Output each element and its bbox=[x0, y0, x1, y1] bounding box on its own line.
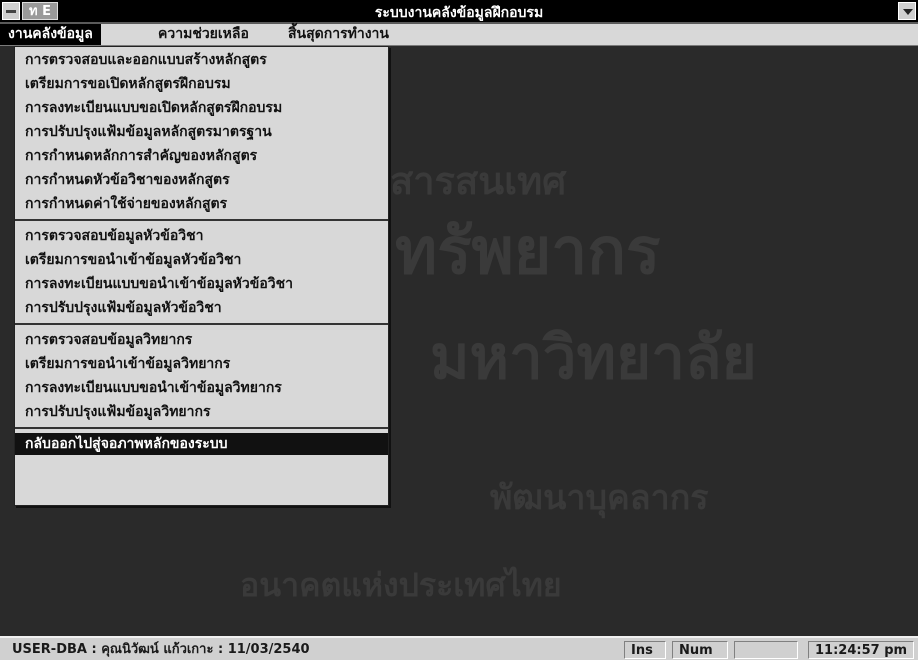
status-blank bbox=[734, 641, 798, 659]
status-bar: USER-DBA : คุณนิวัฒน์ แก้วเกาะ : 11/03/2… bbox=[0, 636, 918, 660]
dropdown-menu: การตรวจสอบและออกแบบสร้างหลักสูตร เตรียมก… bbox=[14, 46, 389, 506]
watermark-line-3: มหาวิทยาลัย bbox=[430, 323, 757, 393]
menu-item-return-main[interactable]: กลับออกไปสู่จอภาพหลักของระบบ bbox=[15, 433, 388, 455]
menu-separator bbox=[15, 427, 388, 429]
menu-item[interactable]: การตรวจสอบและออกแบบสร้างหลักสูตร bbox=[15, 49, 388, 71]
menu-item[interactable]: การปรับปรุงแฟ้มข้อมูลหลักสูตรมาตรฐาน bbox=[15, 121, 388, 143]
menu-data-warehouse[interactable]: งานคลังข้อมูล bbox=[0, 24, 101, 45]
menu-item[interactable]: การตรวจสอบข้อมูลหัวข้อวิชา bbox=[15, 225, 388, 247]
menu-item[interactable]: การกำหนดหลักการสำคัญของหลักสูตร bbox=[15, 145, 388, 167]
menu-item[interactable]: การปรับปรุงแฟ้มข้อมูลวิทยากร bbox=[15, 401, 388, 423]
menu-separator bbox=[15, 323, 388, 325]
status-num: Num bbox=[672, 641, 728, 659]
menu-separator bbox=[15, 219, 388, 221]
menu-item[interactable]: การกำหนดค่าใช้จ่ายของหลักสูตร bbox=[15, 193, 388, 215]
menu-item[interactable]: การลงทะเบียนแบบขอนำเข้าข้อมูลหัวข้อวิชา bbox=[15, 273, 388, 295]
menu-help[interactable]: ความช่วยเหลือ bbox=[150, 24, 257, 45]
menu-item[interactable]: การกำหนดหัวข้อวิชาของหลักสูตร bbox=[15, 169, 388, 191]
menu-item[interactable]: เตรียมการขอเปิดหลักสูตรฝึกอบรม bbox=[15, 73, 388, 95]
status-ins: Ins bbox=[624, 641, 666, 659]
menu-item[interactable]: การลงทะเบียนแบบขอนำเข้าข้อมูลวิทยากร bbox=[15, 377, 388, 399]
watermark-line-5: อนาคตแห่งประเทศไทย bbox=[240, 566, 562, 604]
menu-item[interactable]: เตรียมการขอนำเข้าข้อมูลหัวข้อวิชา bbox=[15, 249, 388, 271]
watermark-line-4: พัฒนาบุคลากร bbox=[490, 478, 709, 518]
menu-item[interactable]: การลงทะเบียนแบบขอเปิดหลักสูตรฝึกอบรม bbox=[15, 97, 388, 119]
status-time: 11:24:57 pm bbox=[808, 641, 914, 659]
menu-item[interactable]: เตรียมการขอนำเข้าข้อมูลวิทยากร bbox=[15, 353, 388, 375]
watermark-line-2: ทรัพยากร bbox=[395, 215, 661, 289]
menu-item[interactable]: การตรวจสอบข้อมูลวิทยากร bbox=[15, 329, 388, 351]
status-user-info: USER-DBA : คุณนิวัฒน์ แก้วเกาะ : 11/03/2… bbox=[12, 642, 310, 657]
menu-bar: งานคลังข้อมูล ความช่วยเหลือ สิ้นสุดการทำ… bbox=[0, 24, 918, 46]
menu-item[interactable]: การปรับปรุงแฟ้มข้อมูลหัวข้อวิชา bbox=[15, 297, 388, 319]
menu-exit[interactable]: สิ้นสุดการทำงาน bbox=[280, 24, 397, 45]
